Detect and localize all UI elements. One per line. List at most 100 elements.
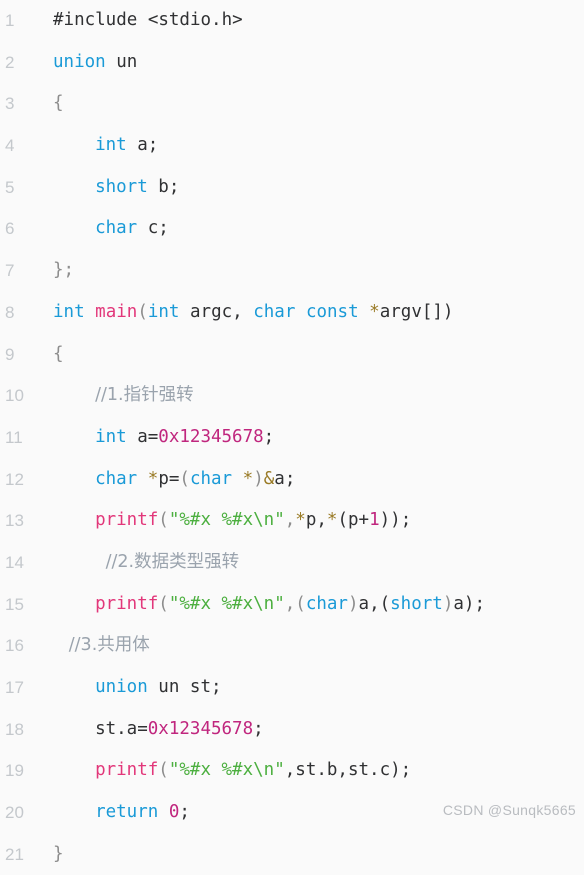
code-line[interactable]: 1 #include <stdio.h>: [0, 0, 584, 42]
code-line[interactable]: 8 int main(int argc, char const *argv[]): [0, 292, 584, 334]
code-line[interactable]: 6 char c;: [0, 208, 584, 250]
token-plain: a=: [126, 426, 159, 447]
line-number: 17: [5, 678, 24, 697]
code-line[interactable]: 9{: [0, 334, 584, 376]
token-punctuation: (: [158, 593, 169, 614]
line-content: //2.数据类型强转: [106, 542, 240, 584]
token-plain: p,: [305, 510, 327, 531]
token-operator: *: [295, 510, 306, 531]
token-comment: //1.指针强转: [95, 385, 194, 406]
token-plain: ;: [179, 802, 190, 823]
line-content: //1.指针强转: [95, 375, 194, 417]
token-function: main: [95, 301, 138, 322]
line-number: 5: [5, 177, 15, 197]
line-content: union un st;: [95, 667, 221, 709]
code-line[interactable]: 5 short b;: [0, 167, 584, 209]
token-keyword: char: [95, 468, 138, 489]
token-plain: p=: [158, 468, 180, 489]
line-number: 2: [5, 52, 15, 72]
line-content: return 0;: [95, 792, 190, 834]
line-number: 8: [5, 302, 15, 322]
line-content: }: [53, 834, 64, 875]
token-number: 0x12345678: [158, 426, 264, 447]
code-line[interactable]: 17 union un st;: [0, 667, 584, 709]
line-content: short b;: [95, 167, 179, 209]
token-function: printf: [95, 510, 159, 531]
line-number: 21: [5, 844, 24, 864]
code-line[interactable]: 12 char *p=(char *)&a;: [0, 459, 584, 501]
token-function: printf: [95, 593, 159, 614]
token-plain: c;: [137, 218, 169, 239]
token-keyword: char: [189, 468, 233, 489]
token-plain: a;: [126, 135, 159, 156]
line-number: 6: [5, 219, 15, 239]
token-plain: argc,: [179, 301, 254, 322]
code-line[interactable]: 3{: [0, 83, 584, 125]
code-line[interactable]: 11 int a=0x12345678;: [0, 417, 584, 459]
token-keyword: char: [253, 301, 296, 322]
code-viewer[interactable]: 1 #include <stdio.h> 2 union un 3{ 4 int a; 5 sh…: [0, 0, 584, 864]
line-number: 20: [5, 803, 24, 823]
token-punctuation: {: [53, 343, 64, 364]
token-keyword: char: [305, 593, 348, 614]
token-keyword: int: [95, 426, 127, 447]
token-keyword: int: [147, 301, 180, 322]
line-number: 1: [5, 11, 15, 30]
line-number: 7: [5, 261, 15, 281]
code-line[interactable]: 16 //3.共用体: [0, 625, 584, 667]
token-keyword: union: [95, 677, 148, 697]
code-line[interactable]: 10 //1.指针强转: [0, 375, 584, 417]
code-line[interactable]: 13 printf("%#x %#x\n",*p,*(p+1));: [0, 500, 584, 542]
token-punctuation: (: [158, 510, 169, 531]
line-number: 9: [5, 344, 15, 364]
code-line[interactable]: 19 printf("%#x %#x\n",st.b,st.c);: [0, 750, 584, 792]
token-comment: //3.共用体: [68, 635, 150, 656]
line-content: int a;: [95, 125, 158, 167]
line-number: 18: [5, 719, 24, 739]
token-number: 0x12345678: [147, 718, 254, 739]
token-keyword: int: [95, 135, 127, 156]
token-number: 0: [168, 802, 180, 823]
code-line[interactable]: 21}: [0, 834, 584, 875]
token-plain: a;: [274, 468, 296, 489]
line-content: };: [53, 250, 74, 292]
token-keyword: short: [95, 176, 148, 197]
token-comment: //2.数据类型强转: [105, 551, 240, 572]
line-number: 16: [5, 636, 24, 656]
code-line-list: 1 #include <stdio.h> 2 union un 3{ 4 int a; 5 sh…: [0, 0, 584, 875]
token-plain: ,st.b,st.c);: [284, 760, 412, 781]
line-number: 15: [5, 594, 24, 614]
line-content: //3.共用体: [69, 625, 150, 667]
csdn-watermark: CSDN @Sunqk5665: [442, 802, 576, 818]
line-content: #include <stdio.h>: [53, 0, 243, 42]
code-line[interactable]: 2 union un: [0, 42, 584, 84]
line-number: 14: [5, 552, 24, 572]
token-plain: ;: [253, 718, 264, 739]
token-plain: ));: [379, 510, 412, 531]
token-plain: ;: [263, 426, 275, 447]
code-line[interactable]: 4 int a;: [0, 125, 584, 167]
token-string: "%#x %#x\n": [168, 510, 285, 531]
code-line[interactable]: 14 //2.数据类型强转: [0, 542, 584, 584]
line-number: 4: [5, 136, 15, 156]
line-content: printf("%#x %#x\n",(char)a,(short)a);: [95, 584, 485, 626]
token-number: 1: [369, 510, 380, 531]
token-punctuation: {: [53, 93, 64, 114]
line-content: {: [53, 83, 64, 125]
token-plain: a,(: [358, 593, 391, 614]
line-content: printf("%#x %#x\n",st.b,st.c);: [95, 750, 411, 792]
token-keyword: union: [53, 51, 106, 72]
line-content: printf("%#x %#x\n",*p,*(p+1));: [95, 500, 411, 542]
token-plain: st.a=: [95, 718, 148, 739]
token-punctuation: ): [253, 468, 264, 489]
line-content: char c;: [95, 208, 169, 250]
line-content: union un: [53, 42, 137, 84]
code-line[interactable]: 7};: [0, 250, 584, 292]
token-operator: *: [147, 468, 159, 489]
code-line[interactable]: 15 printf("%#x %#x\n",(char)a,(short)a);: [0, 584, 584, 626]
code-line[interactable]: 18 st.a=0x12345678;: [0, 709, 584, 751]
